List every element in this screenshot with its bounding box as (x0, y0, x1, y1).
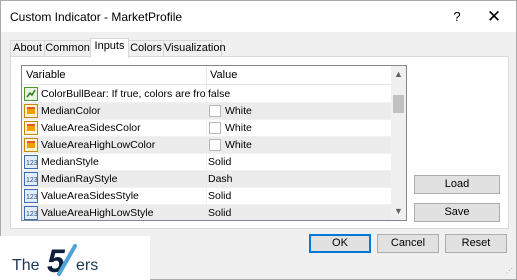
value-cell[interactable]: White (208, 137, 388, 154)
variable-value: false (208, 88, 231, 100)
variable-cell[interactable]: 123 ValueAreaHighLowStyle (24, 205, 206, 220)
table-row[interactable]: 123 MedianStyle Solid (22, 154, 391, 171)
svg-text:123: 123 (26, 160, 38, 167)
number-icon: 123 (24, 172, 38, 186)
logo-five-glyph: 5 (47, 243, 66, 276)
svg-text:123: 123 (26, 211, 38, 218)
variable-value: Solid (208, 207, 232, 219)
value-cell[interactable]: White (208, 103, 388, 120)
table-row[interactable]: ColorBullBear: If true, colors are from … (22, 86, 391, 103)
color-swatch[interactable] (209, 139, 221, 151)
scroll-thumb[interactable] (393, 95, 404, 113)
table-row[interactable]: ValueAreaHighLowColor White (22, 137, 391, 154)
value-cell[interactable]: Dash (208, 171, 388, 188)
reset-button[interactable]: Reset (445, 234, 507, 253)
logo-text-the: The (12, 257, 40, 274)
help-button[interactable]: ? (447, 7, 467, 27)
variable-cell[interactable]: ValueAreaSidesColor (24, 120, 206, 137)
svg-text:123: 123 (26, 194, 38, 201)
ok-button[interactable]: OK (309, 234, 371, 253)
vertical-scrollbar[interactable]: ▲ ▼ (391, 66, 406, 220)
column-header-variable[interactable]: Variable (26, 69, 66, 81)
number-icon: 123 (24, 206, 38, 220)
cancel-button[interactable]: Cancel (377, 234, 439, 253)
header-divider (206, 66, 207, 85)
grid-header: Variable Value (22, 66, 391, 85)
table-row[interactable]: MedianColor White (22, 103, 391, 120)
variable-name: ValueAreaHighLowColor (41, 139, 156, 151)
tab-common[interactable]: Common (44, 40, 91, 57)
table-row[interactable]: 123 ValueAreaHighLowStyle Solid (22, 205, 391, 220)
variable-cell[interactable]: MedianColor (24, 103, 206, 120)
window-title: Custom Indicator - MarketProfile (10, 10, 183, 24)
variable-value: Dash (208, 173, 233, 185)
variable-name: MedianColor (41, 105, 101, 117)
variable-name: ValueAreaSidesColor (41, 122, 141, 134)
tab-colors[interactable]: Colors (128, 40, 164, 57)
color-icon (24, 121, 38, 135)
variable-cell[interactable]: 123 ValueAreaSidesStyle (24, 188, 206, 205)
color-swatch[interactable] (209, 105, 221, 117)
color-icon (24, 104, 38, 118)
table-row[interactable]: 123 MedianRayStyle Dash (22, 171, 391, 188)
column-header-value[interactable]: Value (210, 69, 237, 81)
svg-text:123: 123 (26, 177, 38, 184)
value-cell[interactable]: false (208, 86, 388, 103)
logo-five-percent-icon: 5 (47, 243, 77, 276)
value-cell[interactable]: Solid (208, 205, 388, 220)
tab-inputs[interactable]: Inputs (90, 38, 129, 58)
inputs-grid: Variable Value ColorBullBear: If true, c… (21, 65, 407, 221)
scroll-down-arrow-icon[interactable]: ▼ (391, 203, 406, 220)
value-cell[interactable]: Solid (208, 188, 388, 205)
number-icon: 123 (24, 155, 38, 169)
variable-cell[interactable]: 123 MedianRayStyle (24, 171, 206, 188)
tab-about[interactable]: About (10, 40, 45, 57)
variable-name: MedianRayStyle (41, 173, 118, 185)
variable-name: ColorBullBear: If true, colors are from … (41, 88, 206, 100)
scroll-up-arrow-icon[interactable]: ▲ (391, 66, 406, 83)
variable-cell[interactable]: 123 MedianStyle (24, 154, 206, 171)
color-value: White (225, 105, 252, 117)
variable-name: MedianStyle (41, 156, 99, 168)
resize-grip-icon[interactable]: ⋰ (506, 267, 516, 277)
close-button[interactable]: ✕ (483, 7, 505, 27)
table-row[interactable]: 123 ValueAreaSidesStyle Solid (22, 188, 391, 205)
logo-text-ers: ers (76, 257, 99, 274)
color-icon (24, 138, 38, 152)
value-cell[interactable]: White (208, 120, 388, 137)
variable-cell[interactable]: ValueAreaHighLowColor (24, 137, 206, 154)
title-bar: Custom Indicator - MarketProfile ? ✕ (1, 1, 516, 32)
variable-value: Solid (208, 190, 232, 202)
save-button[interactable]: Save (414, 203, 500, 222)
color-value: White (225, 122, 252, 134)
color-value: White (225, 139, 252, 151)
boolean-icon (24, 87, 38, 101)
variable-cell[interactable]: ColorBullBear: If true, colors are from … (24, 86, 206, 103)
variable-value: Solid (208, 156, 232, 168)
number-icon: 123 (24, 189, 38, 203)
tab-visualization[interactable]: Visualization (163, 40, 226, 57)
variable-name: ValueAreaSidesStyle (41, 190, 139, 202)
value-cell[interactable]: Solid (208, 154, 388, 171)
table-row[interactable]: ValueAreaSidesColor White (22, 120, 391, 137)
color-swatch[interactable] (209, 122, 221, 134)
variable-name: ValueAreaHighLowStyle (41, 207, 154, 219)
load-button[interactable]: Load (414, 175, 500, 194)
